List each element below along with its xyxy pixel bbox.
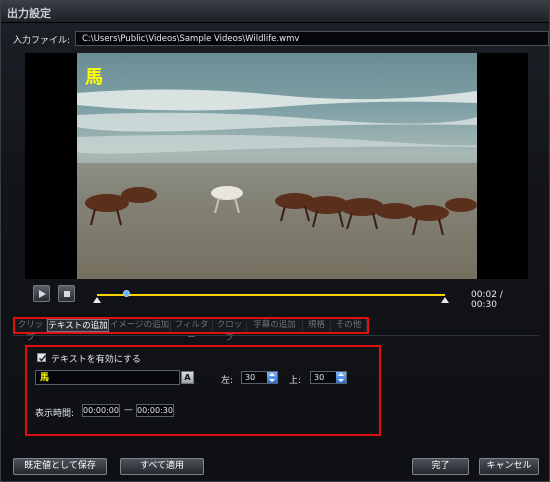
left-position-value: 30 — [245, 373, 256, 382]
apply-all-button[interactable]: すべて適用 — [120, 458, 204, 475]
save-as-default-button[interactable]: 既定値として保存 — [13, 458, 107, 475]
top-position-value: 30 — [314, 373, 325, 382]
left-position-spinner[interactable]: 30 — [241, 371, 278, 384]
top-position-spinner[interactable]: 30 — [310, 371, 347, 384]
start-time-field[interactable]: 00:00:00 — [82, 404, 120, 417]
time-readout: 00:02 / 00:30 — [471, 290, 503, 310]
top-label: 上: — [289, 376, 302, 386]
stop-button[interactable] — [58, 285, 75, 302]
done-button[interactable]: 完了 — [412, 458, 469, 475]
tab-add-text[interactable]: テキストの追加 — [47, 319, 109, 332]
trim-start-marker[interactable] — [93, 297, 101, 303]
video-preview: 馬 — [25, 53, 528, 279]
spinner-arrows-icon — [338, 373, 344, 382]
top-spinner-arrows[interactable] — [336, 372, 346, 383]
tab-format[interactable]: 規格 — [303, 319, 331, 332]
time-range-dash: — — [124, 405, 133, 415]
checkmark-icon — [39, 355, 47, 362]
tab-strip: クリップ テキストの追加 イメージの追加 フィルター クロップ 字幕の追加 規格… — [13, 317, 369, 343]
timeline-slider[interactable] — [93, 287, 449, 303]
font-button[interactable]: A — [181, 371, 194, 384]
window-title: 出力設定 — [7, 7, 51, 20]
input-file-path-field[interactable]: C:\Users\Public\Videos\Sample Videos\Wil… — [75, 31, 549, 46]
left-spinner-arrows[interactable] — [267, 372, 277, 383]
stop-icon — [64, 291, 70, 297]
end-time-field[interactable]: 00:00:30 — [136, 404, 174, 417]
tab-clip[interactable]: クリップ — [15, 319, 47, 343]
tab-filter[interactable]: フィルター — [171, 319, 213, 343]
video-frame: 馬 — [77, 53, 477, 279]
input-file-row: 入力ファイル: C:\Users\Public\Videos\Sample Vi… — [13, 31, 549, 47]
output-settings-window: 出力設定 入力ファイル: C:\Users\Public\Videos\Samp… — [0, 0, 550, 482]
player-controls: 00:02 / 00:30 — [31, 283, 523, 310]
tab-crop[interactable]: クロップ — [213, 319, 247, 343]
overlay-text-input[interactable]: 馬 — [35, 370, 180, 385]
play-button[interactable] — [33, 285, 50, 302]
wild-horses-beach-image — [77, 53, 477, 279]
duration-label: 表示時間: — [35, 409, 75, 419]
spinner-arrows-icon — [269, 373, 275, 382]
text-settings-panel: テキストを有効にする 馬 A 左: 30 上: 30 表示時間: 00:00:0… — [25, 345, 381, 436]
input-file-label: 入力ファイル: — [13, 36, 71, 46]
enable-text-checkbox[interactable] — [37, 353, 47, 362]
timeline-track — [97, 294, 445, 296]
play-icon — [39, 290, 46, 298]
title-bar[interactable]: 出力設定 — [1, 1, 549, 23]
left-label: 左: — [221, 376, 234, 386]
enable-text-label: テキストを有効にする — [51, 355, 141, 365]
tab-other[interactable]: その他 — [331, 319, 367, 332]
overlay-text-preview: 馬 — [85, 67, 103, 88]
cancel-button[interactable]: キャンセル — [479, 458, 539, 475]
tab-add-subtitle[interactable]: 字幕の追加 — [247, 319, 303, 332]
timeline-thumb[interactable] — [123, 290, 130, 297]
tab-add-image[interactable]: イメージの追加 — [109, 319, 171, 332]
trim-end-marker[interactable] — [441, 297, 449, 303]
